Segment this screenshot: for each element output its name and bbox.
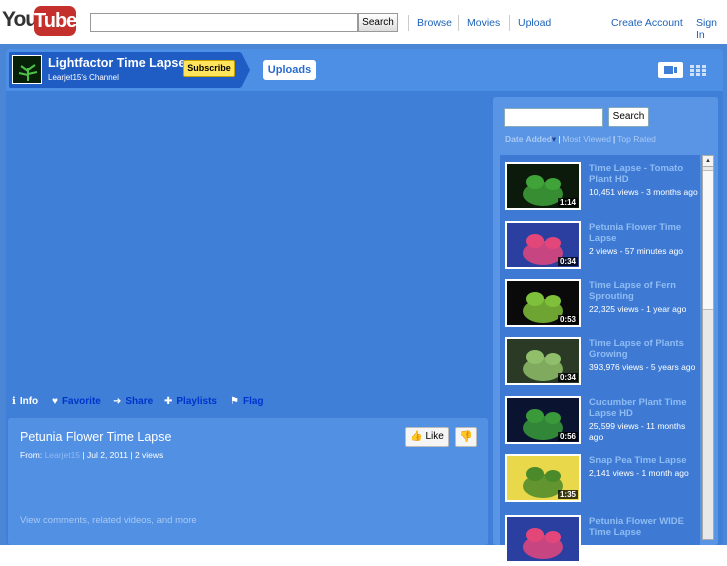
- plus-icon: ✚: [164, 396, 173, 407]
- nav-divider: [408, 15, 409, 31]
- create-account-link[interactable]: Create Account: [611, 17, 683, 29]
- more-link[interactable]: View comments, related videos, and more: [20, 515, 197, 526]
- list-item[interactable]: 0:34 Petunia Flower Time Lapse 2 views - 5…: [500, 214, 700, 272]
- video-duration: 0:34: [557, 373, 578, 382]
- scroll-thumb[interactable]: [703, 170, 713, 310]
- video-duration: 0:34: [557, 257, 578, 266]
- video-duration: 1:35: [557, 490, 578, 499]
- plant-thumbnail-icon: [523, 528, 563, 559]
- video-views: 2 views: [134, 450, 164, 460]
- channel-subtitle: Learjet15's Channel: [48, 73, 119, 82]
- video-thumbnail[interactable]: 1:35: [505, 454, 581, 502]
- nav-upload[interactable]: Upload: [518, 17, 551, 29]
- plant-thumbnail-icon: [13, 56, 41, 83]
- channel-search-button[interactable]: Search: [608, 107, 649, 127]
- nav-divider: [509, 15, 510, 31]
- grid-view-icon[interactable]: [690, 63, 708, 77]
- video-date: Jul 2, 2011: [87, 450, 128, 460]
- scrollbar[interactable]: ▲: [702, 155, 714, 540]
- search-input[interactable]: [90, 13, 358, 32]
- video-meta: 393,976 views - 5 years ago: [589, 362, 696, 372]
- playlists-tab[interactable]: ✚ Playlists: [164, 396, 217, 407]
- video-duration: 0:56: [557, 432, 578, 441]
- youtube-logo[interactable]: You Tube: [2, 6, 77, 36]
- search-button[interactable]: Search: [358, 13, 398, 32]
- flag-tab[interactable]: ⚑ Flag: [230, 396, 264, 407]
- video-meta: 2 views - 57 minutes ago: [589, 246, 684, 256]
- video-title-link[interactable]: Snap Pea Time Lapse: [589, 455, 699, 466]
- sort-bar: Date Added▾ | Most Viewed | Top Rated: [505, 134, 656, 144]
- channel-name[interactable]: Lightfactor Time Lapse: [48, 56, 185, 70]
- heart-icon: ♥: [52, 396, 58, 407]
- video-thumbnail[interactable]: [505, 515, 581, 563]
- video-title-link[interactable]: Petunia Flower Time Lapse: [589, 222, 699, 244]
- list-item[interactable]: 0:56 Cucumber Plant Time Lapse HD 25,599 v…: [500, 389, 700, 447]
- sort-most-viewed[interactable]: Most Viewed: [562, 134, 611, 144]
- like-button[interactable]: 👍 Like: [405, 427, 449, 447]
- sign-in-link[interactable]: Sign In: [696, 17, 727, 41]
- chevron-down-icon[interactable]: ▾: [552, 134, 556, 144]
- list-item[interactable]: 1:14 Time Lapse - Tomato Plant HD 10,451 v…: [500, 155, 700, 213]
- video-thumbnail[interactable]: 0:53: [505, 279, 581, 327]
- list-item[interactable]: Petunia Flower WIDE Time Lapse: [500, 508, 700, 566]
- list-item[interactable]: 1:35 Snap Pea Time Lapse 2,141 views - 1 m…: [500, 447, 700, 505]
- uploads-tab[interactable]: Uploads: [263, 60, 316, 80]
- nav-browse[interactable]: Browse: [417, 17, 452, 29]
- video-meta: 22,325 views - 1 year ago: [589, 304, 687, 314]
- video-meta: 25,599 views - 11 months ago: [589, 421, 686, 442]
- info-icon: ℹ: [12, 396, 16, 407]
- video-duration: 1:14: [557, 198, 578, 207]
- scroll-up-icon[interactable]: ▲: [703, 156, 713, 167]
- top-bar: You Tube Search Browse Movies Upload Cre…: [0, 0, 727, 44]
- channel-box-arrow: [241, 52, 250, 88]
- thumbs-down-icon: 👎: [459, 431, 473, 443]
- channel-avatar[interactable]: [12, 55, 42, 84]
- subscribe-button[interactable]: Subscribe: [183, 60, 235, 77]
- dislike-button[interactable]: 👎: [455, 427, 477, 447]
- video-player[interactable]: [6, 95, 490, 395]
- thumbs-up-icon: 👍: [410, 431, 423, 442]
- sort-date-added[interactable]: Date Added: [505, 134, 552, 144]
- video-meta: From: Learjet15 | Jul 2, 2011 | 2 views: [20, 450, 164, 460]
- video-title-link[interactable]: Time Lapse of Plants Growing: [589, 338, 699, 360]
- logo-tube: Tube: [34, 6, 77, 36]
- logo-you: You: [2, 8, 38, 31]
- video-title-link[interactable]: Time Lapse - Tomato Plant HD: [589, 163, 699, 185]
- video-title-link[interactable]: Cucumber Plant Time Lapse HD: [589, 397, 699, 419]
- player-view-icon[interactable]: [658, 62, 683, 78]
- video-thumbnail[interactable]: 0:34: [505, 337, 581, 385]
- video-thumbnail[interactable]: 0:56: [505, 396, 581, 444]
- nav-movies[interactable]: Movies: [467, 17, 500, 29]
- nav-divider: [458, 15, 459, 31]
- arrow-right-icon: ➜: [113, 396, 122, 407]
- video-title: Petunia Flower Time Lapse: [20, 430, 172, 444]
- video-thumbnail[interactable]: 1:14: [505, 162, 581, 210]
- share-tab[interactable]: ➜ Share: [113, 396, 153, 407]
- video-meta: 10,451 views - 3 months ago: [589, 187, 698, 197]
- list-item[interactable]: 0:53 Time Lapse of Fern Sprouting 22,325 v…: [500, 272, 700, 330]
- flag-icon: ⚑: [230, 396, 239, 407]
- info-tab[interactable]: ℹ Info: [12, 396, 38, 407]
- video-thumbnail[interactable]: 0:34: [505, 221, 581, 269]
- video-meta: 2,141 views - 1 month ago: [589, 468, 689, 478]
- favorite-tab[interactable]: ♥ Favorite: [52, 396, 101, 407]
- channel-search-input[interactable]: [504, 108, 603, 127]
- list-item[interactable]: 0:34 Time Lapse of Plants Growing 393,976 …: [500, 330, 700, 388]
- video-channel-link[interactable]: Learjet15: [45, 450, 80, 460]
- video-title-link[interactable]: Petunia Flower WIDE Time Lapse: [589, 516, 699, 538]
- video-duration: 0:53: [557, 315, 578, 324]
- video-title-link[interactable]: Time Lapse of Fern Sprouting: [589, 280, 699, 302]
- sort-top-rated[interactable]: Top Rated: [617, 134, 656, 144]
